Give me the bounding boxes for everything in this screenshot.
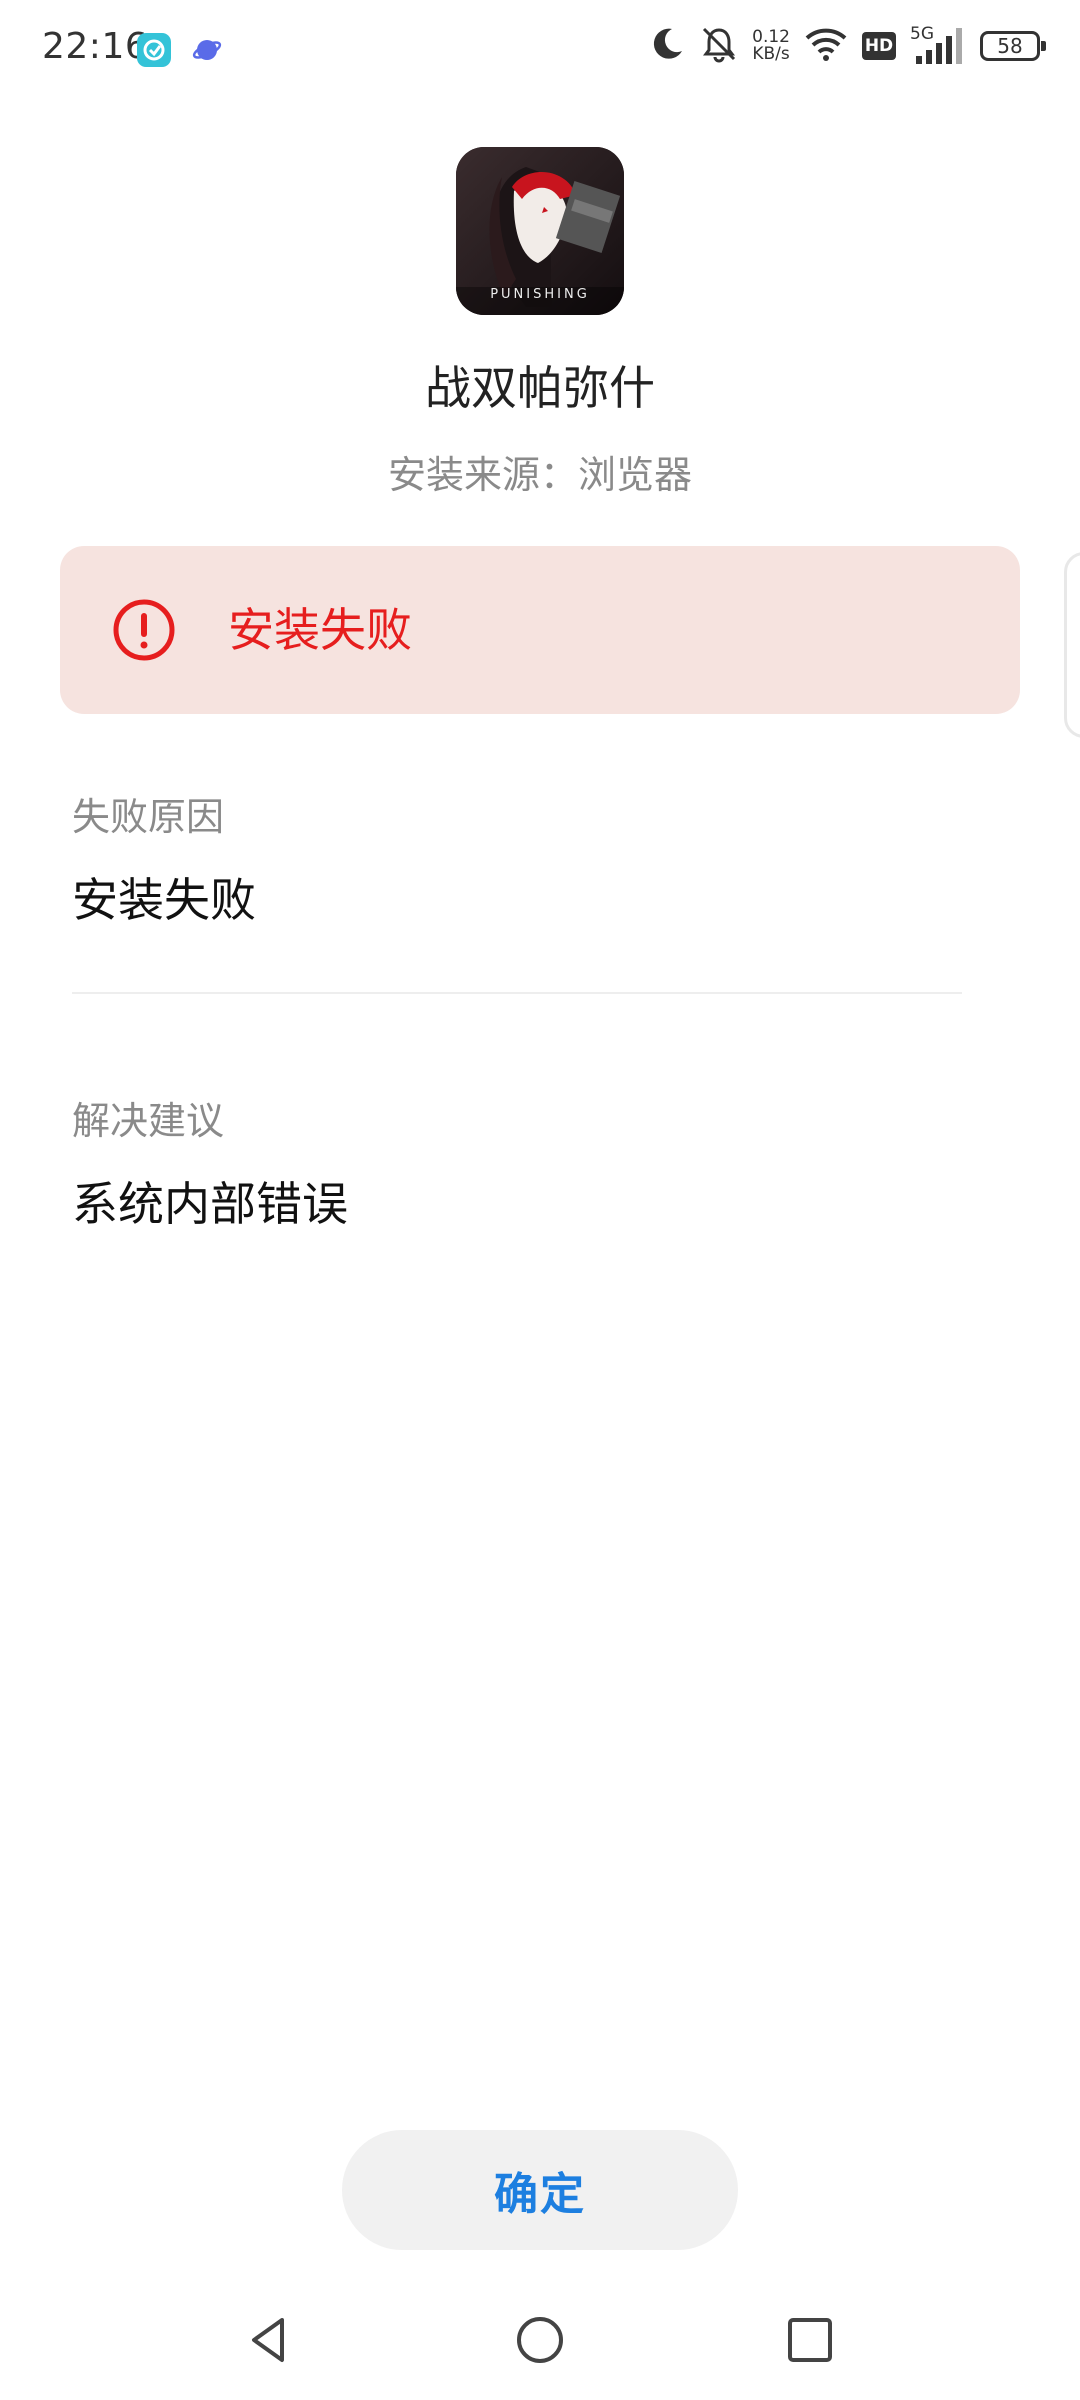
app-name: 战双帕弥什 xyxy=(425,361,655,415)
signal-icon xyxy=(916,28,962,64)
side-panel-edge xyxy=(1064,552,1080,738)
status-time: 22:16 xyxy=(42,26,149,67)
network-speed: 0.12 KB/s xyxy=(752,29,790,63)
error-card: 安装失败 xyxy=(60,546,1020,714)
app-icon-caption: PUNISHING xyxy=(490,287,590,302)
back-icon[interactable] xyxy=(242,2312,298,2368)
status-bar: 22:16 0.12 KB/s HD 5G 58 xyxy=(0,0,1080,100)
confirm-button[interactable]: 确定 xyxy=(342,2130,738,2250)
divider xyxy=(72,992,962,994)
suggestion-label: 解决建议 xyxy=(72,1099,225,1143)
error-title: 安装失败 xyxy=(228,603,412,657)
signal-indicator: 5G xyxy=(910,24,966,68)
failure-reason-label: 失败原因 xyxy=(72,795,225,839)
wifi-icon xyxy=(804,26,848,66)
failure-reason-value: 安装失败 xyxy=(72,873,256,927)
mute-bell-icon xyxy=(700,25,738,67)
suggestion-value: 系统内部错误 xyxy=(72,1177,348,1231)
install-source: 安装来源：浏览器 xyxy=(387,453,692,497)
moon-icon xyxy=(648,25,686,67)
error-alert-icon xyxy=(112,598,176,662)
app-notification-icon xyxy=(136,32,172,72)
battery-icon: 58 xyxy=(980,31,1046,61)
network-speed-unit: KB/s xyxy=(752,44,790,64)
browser-icon xyxy=(192,35,222,69)
home-icon[interactable] xyxy=(512,2312,568,2368)
app-icon: PUNISHING xyxy=(456,147,624,315)
recent-apps-icon[interactable] xyxy=(782,2312,838,2368)
hd-badge: HD xyxy=(862,32,896,60)
status-app-icons xyxy=(136,32,222,72)
status-right-icons: 0.12 KB/s HD 5G 58 xyxy=(648,24,1046,68)
